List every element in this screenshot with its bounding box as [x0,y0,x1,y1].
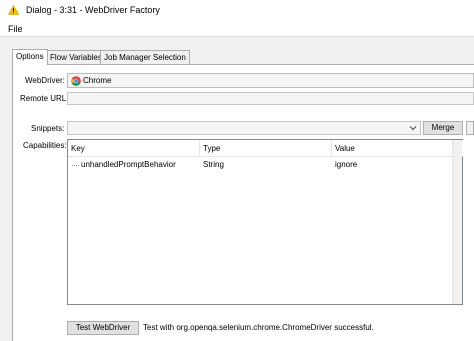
remote-url-input[interactable] [67,92,474,105]
menu-bar: File [0,22,474,36]
cell-key[interactable]: unhandledPromptBehavior [78,158,200,172]
menu-file[interactable]: File [8,24,23,35]
chevron-down-icon [409,126,417,131]
warning-triangle-icon [8,5,19,15]
extra-button[interactable] [466,121,474,135]
column-header-value[interactable]: Value [332,140,454,157]
webdriver-label: WebDriver: [25,76,65,85]
webdriver-select[interactable]: Chrome [67,73,474,88]
title-bar: Dialog - 3:31 - WebDriver Factory [0,0,474,22]
test-status-text: Test with org.openqa.selenium.chrome.Chr… [143,323,374,332]
tab-job-manager-selection[interactable]: Job Manager Selection [100,50,190,65]
tab-options[interactable]: Options [12,49,48,65]
column-header-key[interactable]: Key [68,140,200,157]
snippets-select[interactable] [67,121,421,135]
test-webdriver-button[interactable]: Test WebDriver [67,321,139,335]
capabilities-table: Key Type Value unhandledPromptBehavior S… [67,139,464,305]
window-title: Dialog - 3:31 - WebDriver Factory [26,5,160,15]
chrome-icon [71,76,81,86]
remote-url-label: Remote URL: [20,94,69,103]
webdriver-value: Chrome [83,76,112,85]
table-scrollbar[interactable] [452,140,462,304]
table-row[interactable]: unhandledPromptBehavior String ignore [68,158,464,172]
snippets-label: Snippets: [31,124,65,133]
cell-type[interactable]: String [200,158,332,172]
merge-button[interactable]: Merge [423,121,463,135]
tab-flow-variables[interactable]: Flow Variables [46,50,106,65]
capabilities-label: Capabilities: [23,141,67,150]
cell-value[interactable]: ignore [332,158,454,172]
column-header-type[interactable]: Type [200,140,332,157]
table-header: Key Type Value [68,140,464,157]
